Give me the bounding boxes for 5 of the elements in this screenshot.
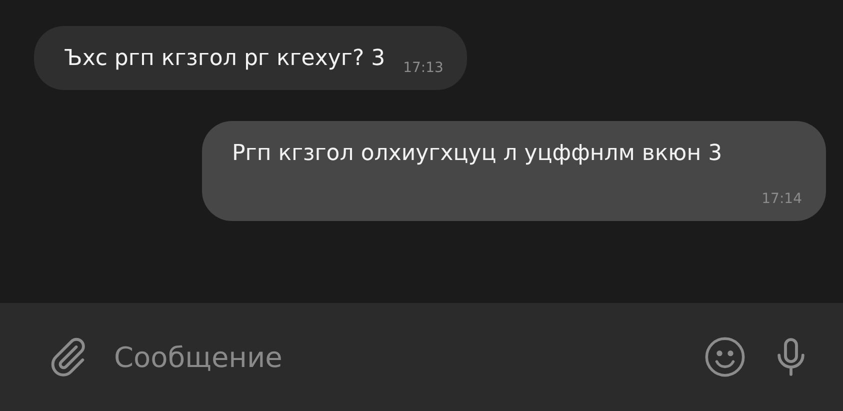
emoji-icon[interactable]: [703, 335, 747, 379]
message-text: Ъхс ргп кгзгол рг кгехуг? 3: [64, 45, 386, 73]
message-time: 17:14: [762, 191, 802, 209]
message-time: 17:13: [403, 60, 444, 78]
message-text: Ргп кгзгол олхиугхцуц л уцффнлм вкюн 3: [232, 140, 724, 168]
